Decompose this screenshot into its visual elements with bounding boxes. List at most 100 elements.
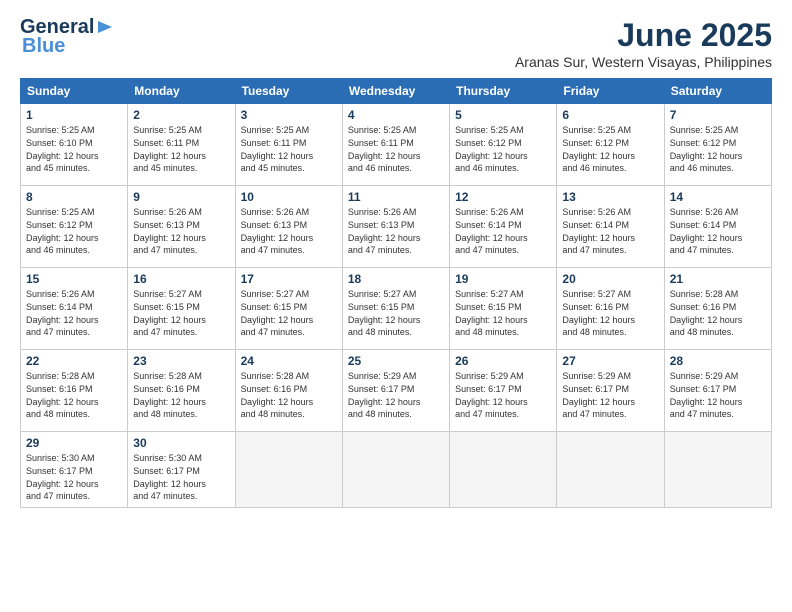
day-cell: 30 Sunrise: 5:30 AM Sunset: 6:17 PM Dayl…	[128, 432, 235, 507]
day-cell: 19 Sunrise: 5:27 AM Sunset: 6:15 PM Dayl…	[450, 268, 557, 350]
day-number: 30	[133, 436, 229, 450]
day-number: 14	[670, 190, 766, 204]
day-cell: 12 Sunrise: 5:26 AM Sunset: 6:14 PM Dayl…	[450, 186, 557, 268]
day-cell: 8 Sunrise: 5:25 AM Sunset: 6:12 PM Dayli…	[21, 186, 128, 268]
day-number: 1	[26, 108, 122, 122]
day-number: 8	[26, 190, 122, 204]
day-info: Sunrise: 5:27 AM Sunset: 6:15 PM Dayligh…	[241, 288, 337, 338]
day-info: Sunrise: 5:29 AM Sunset: 6:17 PM Dayligh…	[562, 370, 658, 420]
day-cell: 27 Sunrise: 5:29 AM Sunset: 6:17 PM Dayl…	[557, 350, 664, 432]
day-info: Sunrise: 5:30 AM Sunset: 6:17 PM Dayligh…	[26, 452, 122, 502]
day-cell: 22 Sunrise: 5:28 AM Sunset: 6:16 PM Dayl…	[21, 350, 128, 432]
day-cell: 29 Sunrise: 5:30 AM Sunset: 6:17 PM Dayl…	[21, 432, 128, 507]
day-info: Sunrise: 5:26 AM Sunset: 6:13 PM Dayligh…	[348, 206, 444, 256]
day-info: Sunrise: 5:26 AM Sunset: 6:13 PM Dayligh…	[241, 206, 337, 256]
day-info: Sunrise: 5:25 AM Sunset: 6:12 PM Dayligh…	[562, 124, 658, 174]
day-cell: 15 Sunrise: 5:26 AM Sunset: 6:14 PM Dayl…	[21, 268, 128, 350]
calendar-week-row: 1 Sunrise: 5:25 AM Sunset: 6:10 PM Dayli…	[21, 104, 772, 186]
logo-arrow-icon	[96, 18, 114, 36]
day-cell: 3 Sunrise: 5:25 AM Sunset: 6:11 PM Dayli…	[235, 104, 342, 186]
day-cell: 25 Sunrise: 5:29 AM Sunset: 6:17 PM Dayl…	[342, 350, 449, 432]
month-title: June 2025	[515, 16, 772, 54]
day-number: 13	[562, 190, 658, 204]
day-info: Sunrise: 5:25 AM Sunset: 6:12 PM Dayligh…	[26, 206, 122, 256]
day-cell: 7 Sunrise: 5:25 AM Sunset: 6:12 PM Dayli…	[664, 104, 771, 186]
day-number: 3	[241, 108, 337, 122]
day-number: 25	[348, 354, 444, 368]
day-info: Sunrise: 5:26 AM Sunset: 6:14 PM Dayligh…	[455, 206, 551, 256]
day-info: Sunrise: 5:26 AM Sunset: 6:14 PM Dayligh…	[562, 206, 658, 256]
day-cell: 11 Sunrise: 5:26 AM Sunset: 6:13 PM Dayl…	[342, 186, 449, 268]
calendar-week-row: 29 Sunrise: 5:30 AM Sunset: 6:17 PM Dayl…	[21, 432, 772, 507]
day-number: 18	[348, 272, 444, 286]
day-cell: 14 Sunrise: 5:26 AM Sunset: 6:14 PM Dayl…	[664, 186, 771, 268]
day-cell: 10 Sunrise: 5:26 AM Sunset: 6:13 PM Dayl…	[235, 186, 342, 268]
empty-cell	[450, 432, 557, 507]
col-friday: Friday	[557, 79, 664, 104]
empty-cell	[235, 432, 342, 507]
day-number: 6	[562, 108, 658, 122]
empty-cell	[664, 432, 771, 507]
col-tuesday: Tuesday	[235, 79, 342, 104]
day-cell: 9 Sunrise: 5:26 AM Sunset: 6:13 PM Dayli…	[128, 186, 235, 268]
day-info: Sunrise: 5:29 AM Sunset: 6:17 PM Dayligh…	[455, 370, 551, 420]
day-info: Sunrise: 5:25 AM Sunset: 6:11 PM Dayligh…	[348, 124, 444, 174]
day-number: 28	[670, 354, 766, 368]
day-cell: 2 Sunrise: 5:25 AM Sunset: 6:11 PM Dayli…	[128, 104, 235, 186]
day-cell: 5 Sunrise: 5:25 AM Sunset: 6:12 PM Dayli…	[450, 104, 557, 186]
day-info: Sunrise: 5:26 AM Sunset: 6:14 PM Dayligh…	[26, 288, 122, 338]
day-info: Sunrise: 5:26 AM Sunset: 6:13 PM Dayligh…	[133, 206, 229, 256]
day-number: 15	[26, 272, 122, 286]
day-info: Sunrise: 5:28 AM Sunset: 6:16 PM Dayligh…	[133, 370, 229, 420]
day-number: 16	[133, 272, 229, 286]
day-cell: 4 Sunrise: 5:25 AM Sunset: 6:11 PM Dayli…	[342, 104, 449, 186]
day-info: Sunrise: 5:27 AM Sunset: 6:15 PM Dayligh…	[133, 288, 229, 338]
day-cell: 24 Sunrise: 5:28 AM Sunset: 6:16 PM Dayl…	[235, 350, 342, 432]
day-number: 24	[241, 354, 337, 368]
day-number: 2	[133, 108, 229, 122]
col-wednesday: Wednesday	[342, 79, 449, 104]
day-cell: 17 Sunrise: 5:27 AM Sunset: 6:15 PM Dayl…	[235, 268, 342, 350]
day-number: 11	[348, 190, 444, 204]
empty-cell	[557, 432, 664, 507]
day-info: Sunrise: 5:28 AM Sunset: 6:16 PM Dayligh…	[26, 370, 122, 420]
col-monday: Monday	[128, 79, 235, 104]
day-number: 26	[455, 354, 551, 368]
day-cell: 1 Sunrise: 5:25 AM Sunset: 6:10 PM Dayli…	[21, 104, 128, 186]
day-number: 5	[455, 108, 551, 122]
calendar-week-row: 8 Sunrise: 5:25 AM Sunset: 6:12 PM Dayli…	[21, 186, 772, 268]
calendar-header-row: Sunday Monday Tuesday Wednesday Thursday…	[21, 79, 772, 104]
day-number: 7	[670, 108, 766, 122]
col-saturday: Saturday	[664, 79, 771, 104]
day-cell: 20 Sunrise: 5:27 AM Sunset: 6:16 PM Dayl…	[557, 268, 664, 350]
day-cell: 18 Sunrise: 5:27 AM Sunset: 6:15 PM Dayl…	[342, 268, 449, 350]
page: General Blue June 2025 Aranas Sur, Weste…	[0, 0, 792, 612]
day-number: 19	[455, 272, 551, 286]
logo-blue: Blue	[22, 35, 65, 58]
day-number: 20	[562, 272, 658, 286]
day-cell: 13 Sunrise: 5:26 AM Sunset: 6:14 PM Dayl…	[557, 186, 664, 268]
day-info: Sunrise: 5:25 AM Sunset: 6:11 PM Dayligh…	[241, 124, 337, 174]
day-number: 27	[562, 354, 658, 368]
day-info: Sunrise: 5:28 AM Sunset: 6:16 PM Dayligh…	[241, 370, 337, 420]
location: Aranas Sur, Western Visayas, Philippines	[515, 54, 772, 70]
day-cell: 21 Sunrise: 5:28 AM Sunset: 6:16 PM Dayl…	[664, 268, 771, 350]
day-cell: 23 Sunrise: 5:28 AM Sunset: 6:16 PM Dayl…	[128, 350, 235, 432]
calendar: Sunday Monday Tuesday Wednesday Thursday…	[20, 78, 772, 507]
calendar-week-row: 15 Sunrise: 5:26 AM Sunset: 6:14 PM Dayl…	[21, 268, 772, 350]
day-info: Sunrise: 5:25 AM Sunset: 6:11 PM Dayligh…	[133, 124, 229, 174]
day-info: Sunrise: 5:30 AM Sunset: 6:17 PM Dayligh…	[133, 452, 229, 502]
day-info: Sunrise: 5:27 AM Sunset: 6:15 PM Dayligh…	[455, 288, 551, 338]
col-thursday: Thursday	[450, 79, 557, 104]
day-cell: 28 Sunrise: 5:29 AM Sunset: 6:17 PM Dayl…	[664, 350, 771, 432]
day-cell: 26 Sunrise: 5:29 AM Sunset: 6:17 PM Dayl…	[450, 350, 557, 432]
day-number: 29	[26, 436, 122, 450]
day-info: Sunrise: 5:27 AM Sunset: 6:16 PM Dayligh…	[562, 288, 658, 338]
day-info: Sunrise: 5:27 AM Sunset: 6:15 PM Dayligh…	[348, 288, 444, 338]
day-cell: 16 Sunrise: 5:27 AM Sunset: 6:15 PM Dayl…	[128, 268, 235, 350]
col-sunday: Sunday	[21, 79, 128, 104]
day-number: 22	[26, 354, 122, 368]
logo: General Blue	[20, 16, 114, 58]
day-info: Sunrise: 5:25 AM Sunset: 6:10 PM Dayligh…	[26, 124, 122, 174]
day-number: 17	[241, 272, 337, 286]
